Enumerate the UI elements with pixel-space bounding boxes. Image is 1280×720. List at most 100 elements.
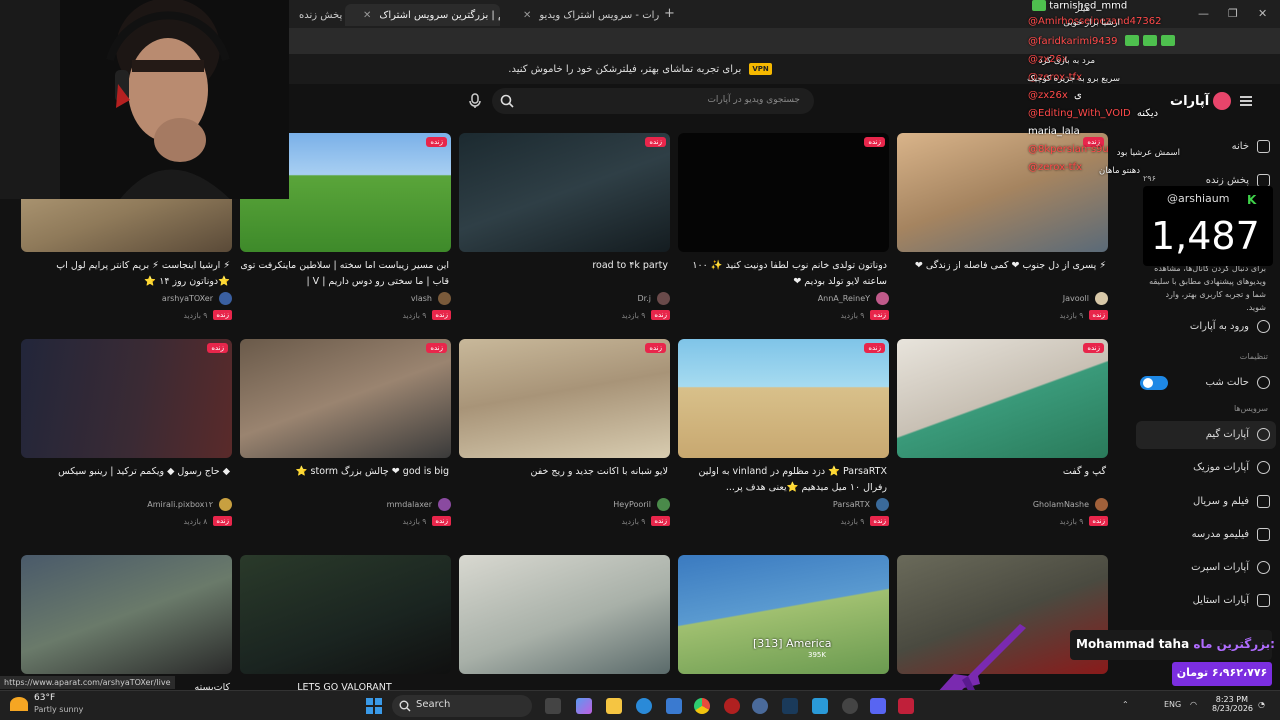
stream-channel[interactable]: AnnA_ReineY [678,292,889,305]
stream-stats: زنده ۹ بازدید [678,516,889,526]
stream-title[interactable]: ParsaRTX ⭐ دزد مظلوم در vinland به اولین… [678,464,889,496]
aparat-app-icon[interactable] [898,698,914,714]
top-donation-overlay: Mohammad taha بزرگترین ماه: ۶،۹۶۲،۷۷۶ تو… [1070,630,1275,688]
stream-thumbnail[interactable]: [313] America 395K [678,555,889,674]
start-button[interactable] [366,698,382,714]
stream-thumbnail[interactable]: زنده [459,133,670,252]
close-tab-icon[interactable]: ✕ [363,10,371,21]
search-icon[interactable] [500,94,514,108]
microphone-icon[interactable] [468,93,482,109]
dark-mode-item: حالت شب [1206,376,1270,389]
chrome-icon[interactable] [694,698,710,714]
discord-icon[interactable] [870,698,886,714]
donation-amount: ۶،۹۶۲،۷۷۶ تومان [1172,662,1272,686]
app-icon[interactable] [842,698,858,714]
film-icon [1257,495,1270,508]
stream-card[interactable]: LETS GO VALORANT [240,555,451,712]
top-donor: Mohammad taha بزرگترین ماه: [1070,630,1275,660]
stream-thumbnail[interactable] [21,555,232,674]
copilot-icon[interactable] [576,698,592,714]
close-tab-icon[interactable]: ✕ [523,10,531,21]
emote-icon [1124,35,1139,46]
obs-icon[interactable] [752,698,768,714]
stream-card[interactable]: زنده گپ و گفت GholamNashe زنده ۹ بازدید [897,339,1108,526]
services-section-label: سرویس‌ها [1233,404,1268,413]
dark-mode-toggle[interactable] [1140,376,1168,390]
sidebar-item-filimo-school[interactable]: فیلیمو مدرسه [1192,528,1270,541]
avatar [438,292,451,305]
steam-icon[interactable] [782,698,798,714]
stream-stats: زنده ۹ بازدید [21,310,232,320]
avatar [219,498,232,511]
stream-channel[interactable]: Javooll [897,292,1108,305]
app-icon[interactable] [724,698,740,714]
stream-thumbnail[interactable]: زنده [678,133,889,252]
stream-title[interactable]: ⚡ ارشیا اینجاست ⚡ بریم کانتر پرایم لول ا… [21,258,232,290]
tray-chevron-icon[interactable]: ⌃ [1122,700,1129,709]
tab-live[interactable]: پخش زنده [289,4,344,26]
store-icon[interactable] [666,698,682,714]
stream-thumbnail[interactable] [459,555,670,674]
file-explorer-icon[interactable] [606,698,622,714]
chat-message-text: هیلر [1075,4,1090,14]
stream-card[interactable]: زنده road to ۴k party Dr.j زنده ۹ بازدید [459,133,670,320]
stream-thumbnail[interactable]: زنده [678,339,889,458]
telegram-icon[interactable] [812,698,828,714]
stream-title[interactable]: ⚡ پسری از دل جنوب ❤ کمی فاصله از زندگی ❤ [897,258,1108,290]
sidebar-item-aparat-style[interactable]: آپارات استایل [1193,594,1270,607]
stream-channel[interactable]: HeyPooril [459,498,670,511]
live-count: ۲۹۶ [1143,174,1156,183]
wifi-icon[interactable]: ◠ [1190,700,1197,709]
taskbar-search[interactable]: Search [392,695,532,717]
stream-title[interactable]: لایو شبانه با اکانت جدید و ریج خفن [459,464,670,496]
stream-channel[interactable]: GholamNashe [897,498,1108,511]
edge-icon[interactable] [636,698,652,714]
stream-card[interactable]: زنده ParsaRTX ⭐ دزد مظلوم در vinland به … [678,339,889,526]
task-view-icon[interactable] [545,698,561,714]
stream-title[interactable]: ◆ حاج رسول ◆ ویکمم ترکید | رینبو سیکس [21,464,232,496]
stream-card[interactable] [459,555,670,674]
avatar [438,498,451,511]
stream-card[interactable]: [313] America 395K [678,555,889,674]
streamer-webcam-image [0,0,289,199]
stream-thumbnail[interactable] [240,555,451,674]
stream-channel[interactable]: mmdalaxer [240,498,451,511]
stream-thumbnail[interactable]: زنده [897,339,1108,458]
sidebar-item-aparat-game[interactable]: آپارات گیم [1206,428,1270,441]
stream-channel[interactable]: Amirali.pixbox۱۲ [21,498,232,511]
sidebar-item-film[interactable]: فیلم و سریال [1193,495,1270,508]
stream-card[interactable]: زنده لایو شبانه با اکانت جدید و ریج خفن … [459,339,670,526]
stream-channel[interactable]: Dr.j [459,292,670,305]
language-indicator[interactable]: ENG [1164,700,1181,709]
stream-card[interactable]: زنده ◆ حاج رسول ◆ ویکمم ترکید | رینبو سی… [21,339,232,526]
notification-bell-icon[interactable]: ◔ [1258,700,1265,709]
tab-aparat[interactable]: ✕ آپارات - سرویس اشتراک ویدیو [505,4,660,26]
avatar [657,292,670,305]
viewer-count: 1,487 [1151,214,1260,258]
stream-channel[interactable]: ParsaRTX [678,498,889,511]
login-button[interactable]: ورود به آپارات [1190,320,1270,333]
sidebar-item-aparat-sport[interactable]: آپارات اسپرت [1191,561,1270,574]
search-input[interactable]: جستجوی ویدیو در آپارات [492,88,814,114]
stream-title[interactable]: گپ و گفت [897,464,1108,496]
weather-icon [10,697,28,711]
stream-title[interactable]: این مسیر زیباست اما سخته | سلاطین ماینکر… [240,258,451,290]
stream-thumbnail[interactable]: زنده [21,339,232,458]
new-tab-button[interactable]: + [664,6,675,21]
stream-title[interactable]: road to ۴k party [459,258,670,290]
settings-section-label: تنظیمات [1239,352,1268,361]
stream-thumbnail[interactable]: زنده [240,339,451,458]
stream-card[interactable]: زنده god is big ❤ چالش بزرگ storm ⭐ mmda… [240,339,451,526]
sidebar-item-aparat-music[interactable]: آپارات موزیک [1193,461,1270,474]
stream-title[interactable]: دوناتون تولدی خانم نوب لطفا دونیت کنید ✨… [678,258,889,290]
stream-thumbnail[interactable]: زنده [459,339,670,458]
clock[interactable]: 8:23 PM 8/23/2026 [1212,695,1253,713]
stream-title[interactable]: god is big ❤ چالش بزرگ storm ⭐ [240,464,451,496]
stream-channel[interactable]: vlash [240,292,451,305]
avatar [657,498,670,511]
tab-aparat-game[interactable]: ✕ آپارات گیم | بزرگترین سرویس اشتراک [345,4,500,26]
avatar [876,292,889,305]
stream-channel[interactable]: arshyaTOXer [21,292,232,305]
stream-card[interactable]: زنده دوناتون تولدی خانم نوب لطفا دونیت ک… [678,133,889,320]
stream-stats: زنده ۹ بازدید [678,310,889,320]
